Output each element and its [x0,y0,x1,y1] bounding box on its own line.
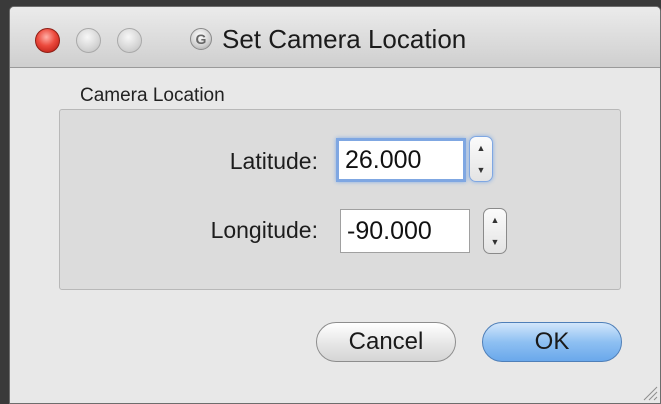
longitude-input[interactable]: -90.000 [340,209,470,253]
longitude-label: Longitude: [210,217,318,243]
stepper-up-icon[interactable]: ▲ [477,143,486,153]
resize-grip-icon[interactable] [640,383,658,401]
title-group: G Set Camera Location [190,24,466,54]
latitude-input[interactable]: 26.000 [336,138,466,182]
cancel-button[interactable]: Cancel [316,322,456,362]
app-icon: G [190,28,212,50]
group-label: Camera Location [80,85,225,106]
ok-button[interactable]: OK [482,322,622,362]
camera-location-group [59,109,621,290]
minimize-icon[interactable] [76,28,101,53]
stepper-down-icon[interactable]: ▼ [477,165,486,175]
dialog-window: G Set Camera Location Camera Location La… [9,6,661,404]
window-title: Set Camera Location [222,23,467,54]
zoom-icon[interactable] [117,28,142,53]
longitude-stepper[interactable]: ▲ ▼ [483,208,507,254]
stepper-up-icon[interactable]: ▲ [491,215,500,225]
latitude-stepper[interactable]: ▲ ▼ [469,136,493,182]
latitude-label: Latitude: [229,148,318,174]
stepper-down-icon[interactable]: ▼ [491,237,500,247]
title-bar[interactable]: G Set Camera Location [10,7,660,68]
close-icon[interactable] [35,28,60,53]
